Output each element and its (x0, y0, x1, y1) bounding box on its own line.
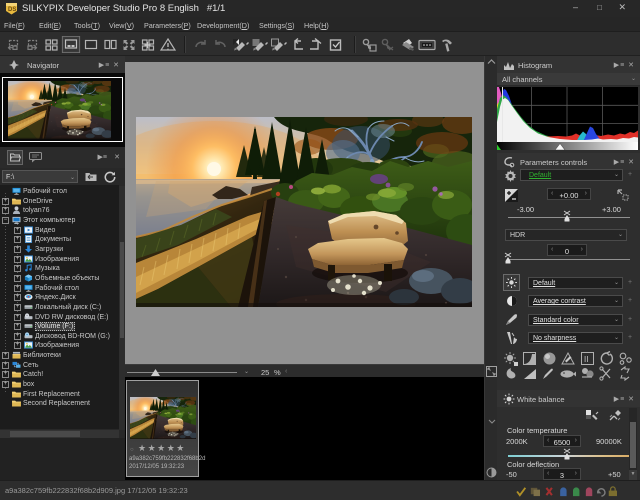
svg-text:DS: DS (8, 7, 16, 13)
svg-text:II: II (584, 355, 588, 364)
